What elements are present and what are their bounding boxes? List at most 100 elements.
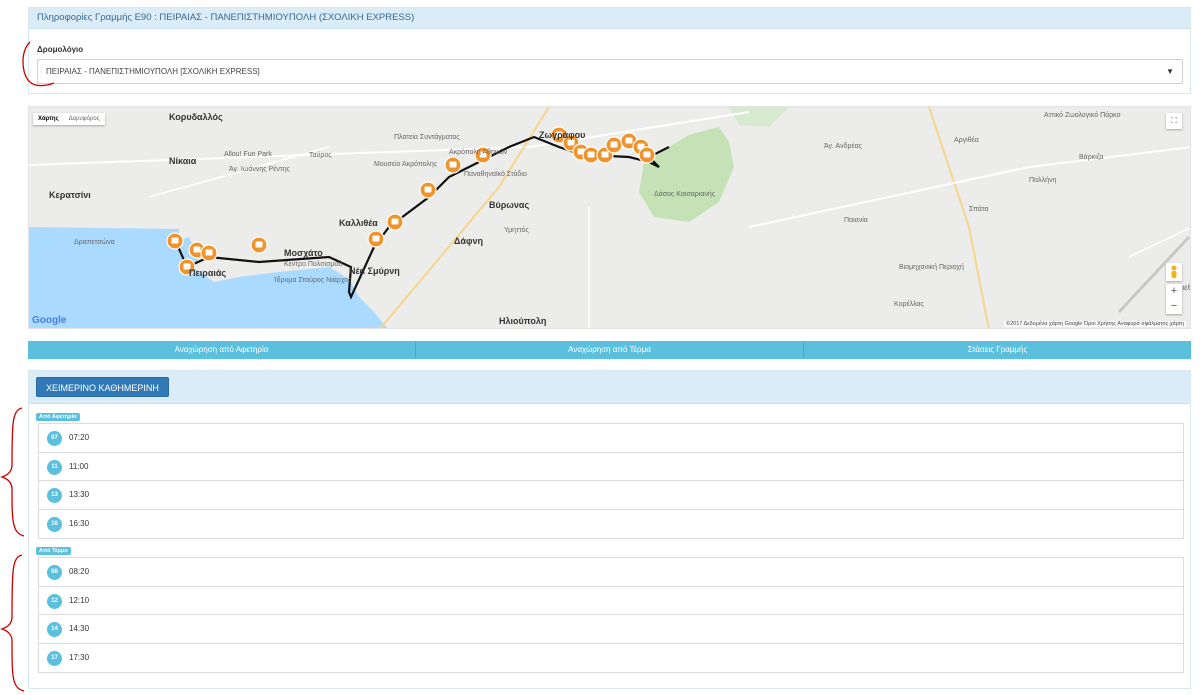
map-place-label: Δάσος Καισαριανής <box>654 190 716 198</box>
map-place-label: Βάρκιζα <box>1079 153 1103 161</box>
map-place-label: Allou! Fun Park <box>224 151 272 158</box>
map-place-label: Πλατεία Συντάγματος <box>394 133 460 141</box>
bus-icon <box>449 161 457 168</box>
map-place-label: Άγ. Ανδρέας <box>824 142 863 150</box>
map-place-label: Παιανία <box>844 216 868 224</box>
map-place-label: Δραπετσώνα <box>74 238 115 246</box>
time-text: 11:00 <box>69 461 89 471</box>
stop-markers <box>166 126 656 276</box>
hour-badge: 16 <box>47 516 62 532</box>
route-select[interactable]: ΠΕΙΡΑΙΑΣ - ΠΑΝΕΠΙΣΤΗΜΙΟΥΠΟΛΗ [ΣΧΟΛΙΚΗ EX… <box>37 59 1183 84</box>
map-type-map-button[interactable]: Χάρτης <box>33 113 64 125</box>
bus-icon <box>567 139 575 146</box>
times-list-start: 07 07:20 11 11:00 13 13:30 16 16:30 <box>38 423 1184 539</box>
line-info-panel: Πληροφορίες Γραμμής Ε90 : ΠΕΙΡΑΙΑΣ - ΠΑΝ… <box>28 7 1191 94</box>
zoom-in-button[interactable]: + <box>1166 284 1182 299</box>
google-logo: Google <box>32 315 67 326</box>
map-place-label: Βύρωνας <box>489 200 529 210</box>
map-place-label: Ταύρος <box>309 151 332 159</box>
tab-line-stops[interactable]: Στάσεις Γραμμής <box>804 341 1191 359</box>
map-place-label: Μουσείο Ακρόπολης <box>374 160 438 168</box>
bus-icon <box>171 237 179 244</box>
pegman-icon[interactable] <box>1166 263 1182 281</box>
list-item: 16 16:30 <box>39 510 1183 539</box>
map-place-label: Άγ. Ιωάννης Ρέντης <box>229 165 291 173</box>
map-place-label: Καλλιθέα <box>339 218 378 228</box>
time-text: 08:20 <box>69 567 90 576</box>
map-place-label: Ηλιούπολη <box>499 316 546 326</box>
map-canvas[interactable]: Κορυδαλλός Νίκαια Κερατσίνι Δραπετσώνα Πειρα… <box>29 107 1191 329</box>
times-list-end: 08 08:20 12 12:10 14 14:30 17 17:30 <box>38 557 1184 673</box>
hour-badge: 08 <box>47 565 62 580</box>
map-place-label: Μοσχάτο <box>284 248 323 258</box>
zoom-out-button[interactable]: − <box>1166 299 1182 314</box>
map-place-label: Παλλήνη <box>1029 177 1056 184</box>
annotation-bracket-end <box>0 554 25 692</box>
park-area-2 <box>729 107 789 127</box>
route-select-value: ΠΕΙΡΑΙΑΣ - ΠΑΝΕΠΙΣΤΗΜΙΟΥΠΟΛΗ [ΣΧΟΛΙΚΗ EX… <box>46 67 260 76</box>
hour-badge: 12 <box>47 593 62 609</box>
chevron-down-icon: ▼ <box>1166 67 1174 76</box>
map-place-label: Ζωγράφου <box>539 130 585 140</box>
hour-badge: 11 <box>47 459 62 475</box>
map-place-label: Αττικό Ζωολογικό Πάρκο <box>1044 111 1121 119</box>
time-text: 07:20 <box>69 433 90 442</box>
map-place-label: Βιομηχανική Περιοχή <box>899 264 964 271</box>
group-label-start: Από Αφετηρία <box>36 413 80 421</box>
list-item: 08 08:20 <box>39 558 1183 587</box>
map-place-label: Δάφνη <box>454 236 483 246</box>
map-type-satellite-button[interactable]: Δορυφόρος <box>64 113 105 125</box>
bus-icon <box>587 151 595 158</box>
schedule-panel: ΧΕΙΜΕΡΙΝΟ ΚΑΘΗΜΕΡΙΝΗ Από Αφετηρία 07 07:2… <box>28 370 1191 689</box>
map-place-label: Ίδρυμα Σταύρος Νιάρχος <box>273 276 352 284</box>
map-place-label: Κερατσίνι <box>49 190 91 200</box>
list-item: 14 14:30 <box>39 615 1183 644</box>
hour-badge: 14 <box>47 622 62 637</box>
map-place-label: Σπάτα <box>969 205 988 213</box>
map-place-label: Πειραιάς <box>189 268 226 278</box>
bus-icon <box>205 249 213 256</box>
time-text: 14:30 <box>69 624 90 633</box>
map-attribution[interactable]: ©2017 Δεδομένα χάρτη Google Όροι Χρήσης … <box>1004 321 1186 327</box>
map-type-control: Χάρτης Δορυφόρος <box>33 113 105 125</box>
hour-badge: 13 <box>47 488 62 503</box>
bus-icon <box>424 186 432 193</box>
bus-icon <box>372 235 380 242</box>
map-place-label: Αργιθέα <box>954 136 979 144</box>
bus-icon <box>601 151 609 158</box>
list-item: 12 12:10 <box>39 587 1183 615</box>
fullscreen-icon[interactable]: ⛶ <box>1166 113 1182 129</box>
annotation-bracket-start <box>0 407 25 537</box>
map-place-label: Κορυδαλλός <box>169 112 223 122</box>
bus-icon <box>391 218 399 225</box>
route-map[interactable]: Κορυδαλλός Νίκαια Κερατσίνι Δραπετσώνα Πειρα… <box>28 106 1191 329</box>
time-text: 12:10 <box>69 595 90 605</box>
map-place-label: Κορέλλας <box>894 300 925 308</box>
bus-icon <box>610 141 618 148</box>
group-label-end: Από Τέρμα <box>36 547 71 555</box>
hour-badge: 07 <box>47 431 62 446</box>
map-place-label: Υμηττός <box>504 226 529 234</box>
line-info-title: Πληροφορίες Γραμμής Ε90 : ΠΕΙΡΑΙΑΣ - ΠΑΝ… <box>29 8 1190 29</box>
zoom-control: + − <box>1166 284 1182 314</box>
map-place-label: Κέντρο Πολιτισμού <box>284 260 342 268</box>
list-item: 07 07:20 <box>39 424 1183 453</box>
map-place-label: Νίκαια <box>169 156 197 166</box>
list-item: 11 11:00 <box>39 453 1183 481</box>
road <box>748 146 1190 228</box>
park-area <box>639 127 734 222</box>
list-item: 13 13:30 <box>39 481 1183 510</box>
route-label: Δρομολόγιο <box>37 45 84 54</box>
schedule-type-button[interactable]: ΧΕΙΜΕΡΙΝΟ ΚΑΘΗΜΕΡΙΝΗ <box>36 377 169 397</box>
tab-departure-start[interactable]: Αναχώρηση από Αφετηρία <box>28 341 416 359</box>
list-item: 17 17:30 <box>39 644 1183 673</box>
schedule-header: ΧΕΙΜΕΡΙΝΟ ΚΑΘΗΜΕΡΙΝΗ <box>29 371 1190 404</box>
time-text: 13:30 <box>69 490 90 499</box>
bus-icon <box>193 246 201 253</box>
bus-icon <box>643 151 651 158</box>
hour-badge: 17 <box>47 650 62 666</box>
tab-departure-end[interactable]: Αναχώρηση από Τέρμα <box>416 341 804 359</box>
map-place-label: Παναθηναϊκό Στάδιο <box>464 170 527 178</box>
time-text: 17:30 <box>69 652 90 662</box>
bus-icon <box>625 137 633 144</box>
